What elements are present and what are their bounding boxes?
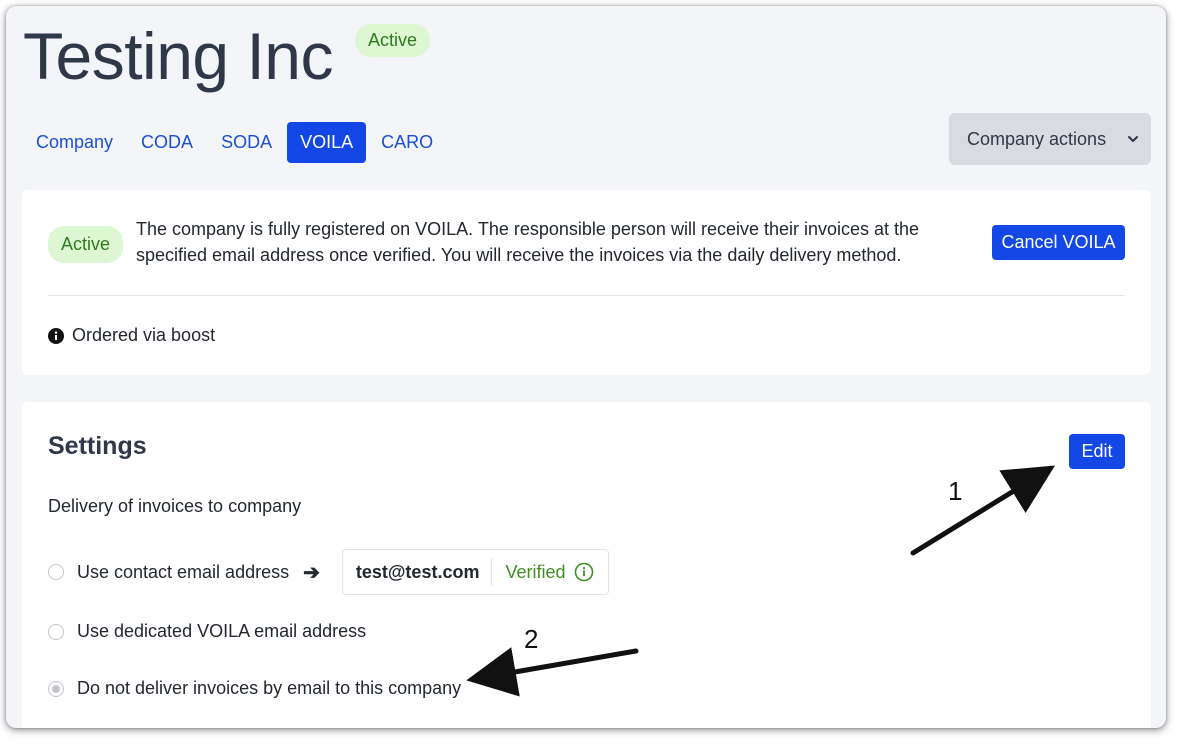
annotation-number-2: 2 <box>524 624 539 654</box>
radio-contact-email[interactable] <box>48 564 64 580</box>
arrow-right-icon: ➔ <box>303 561 320 584</box>
tab-coda[interactable]: CODA <box>128 122 206 163</box>
option-contact-email: Use contact email address ➔ test@test.co… <box>48 549 609 595</box>
registration-status-badge: Active <box>48 226 124 263</box>
option-no-delivery: Do not deliver invoices by email to this… <box>48 678 461 699</box>
verified-label: Verified <box>505 561 566 582</box>
tab-bar: Company CODA SODA VOILA CARO <box>23 122 446 163</box>
annotation-number-1: 1 <box>948 476 963 506</box>
registration-card: Active The company is fully registered o… <box>22 190 1151 375</box>
edit-button[interactable]: Edit <box>1069 434 1125 469</box>
option-contact-email-label: Use contact email address <box>77 561 290 582</box>
option-dedicated-email-label: Use dedicated VOILA email address <box>77 621 367 641</box>
company-actions-label: Company actions <box>967 128 1107 149</box>
chevron-down-icon <box>1128 136 1139 142</box>
tab-soda[interactable]: SODA <box>208 122 285 163</box>
ordered-via-info: Ordered via boost <box>48 325 215 346</box>
settings-card: Settings Edit Delivery of invoices to co… <box>22 402 1151 728</box>
info-circle-icon <box>48 327 64 344</box>
tab-company[interactable]: Company <box>23 122 126 163</box>
contact-email-value: test@test.com <box>343 558 493 586</box>
radio-no-delivery[interactable] <box>48 680 64 697</box>
verified-status: Verified <box>492 562 607 583</box>
settings-title: Settings <box>48 432 147 460</box>
page-title: Testing Inc <box>23 19 334 93</box>
ordered-text: Ordered via boost <box>72 325 216 345</box>
option-no-delivery-label: Do not deliver invoices by email to this… <box>77 678 462 698</box>
tab-caro[interactable]: CARO <box>368 122 446 163</box>
status-badge: Active <box>355 24 431 57</box>
tab-voila[interactable]: VOILA <box>287 122 367 163</box>
app-window: Testing Inc Active Company CODA SODA VOI… <box>6 6 1166 728</box>
delivery-label: Delivery of invoices to company <box>48 496 302 516</box>
option-dedicated-email: Use dedicated VOILA email address <box>48 621 366 642</box>
contact-email-box: test@test.com Verified <box>341 549 609 595</box>
divider <box>48 295 1125 296</box>
radio-dedicated-email[interactable] <box>48 623 64 640</box>
company-actions-button[interactable]: Company actions <box>949 113 1151 165</box>
cancel-voila-button[interactable]: Cancel VOILA <box>992 225 1125 260</box>
registration-message: The company is fully registered on VOILA… <box>136 219 920 265</box>
info-outline-icon[interactable] <box>574 562 594 582</box>
